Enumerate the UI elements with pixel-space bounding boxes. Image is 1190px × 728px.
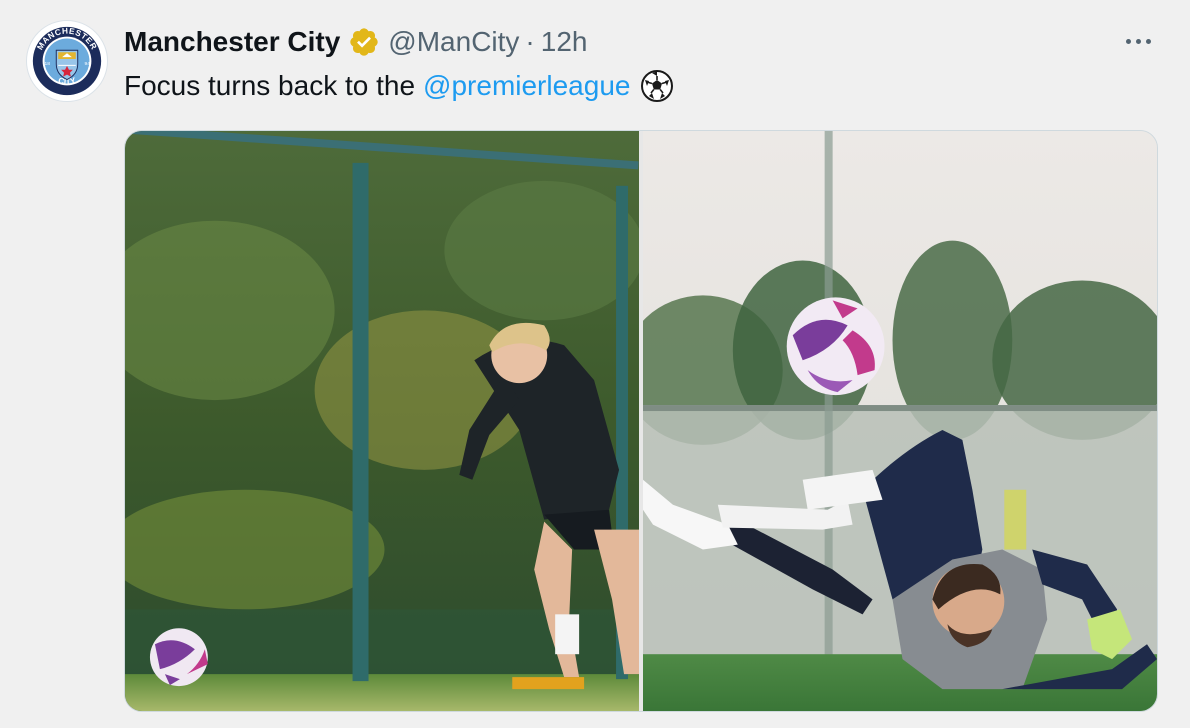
tweet-media [124, 130, 1158, 712]
verified-badge-icon[interactable] [348, 26, 380, 58]
svg-text:94: 94 [85, 61, 91, 67]
training-ball [149, 628, 208, 687]
photo-goalkeeper-diving[interactable] [643, 131, 1157, 711]
training-photo-left [125, 131, 639, 711]
display-name[interactable]: Manchester City [124, 22, 340, 62]
svg-text:18: 18 [45, 61, 51, 67]
tweet-timestamp[interactable]: 12h [541, 22, 588, 62]
training-ball [786, 297, 885, 396]
man-city-crest-logo: MANCHESTER CITY 18 94 [28, 22, 106, 100]
user-handle[interactable]: @ManCity [388, 22, 519, 62]
tweet-body: Focus turns back to the [124, 70, 416, 101]
tweet-header: Manchester City @ManCity · 12h [124, 22, 587, 62]
photo-player-kicking[interactable] [125, 131, 639, 711]
avatar[interactable]: MANCHESTER CITY 18 94 [26, 20, 108, 102]
training-photo-right [643, 131, 1157, 711]
separator-dot: · [525, 26, 535, 57]
more-options-icon[interactable] [1118, 26, 1158, 56]
mention-link[interactable]: @premierleague [423, 66, 630, 106]
tweet-text: Focus turns back to the @premierleague [124, 66, 674, 106]
soccer-ball-icon [640, 69, 674, 103]
